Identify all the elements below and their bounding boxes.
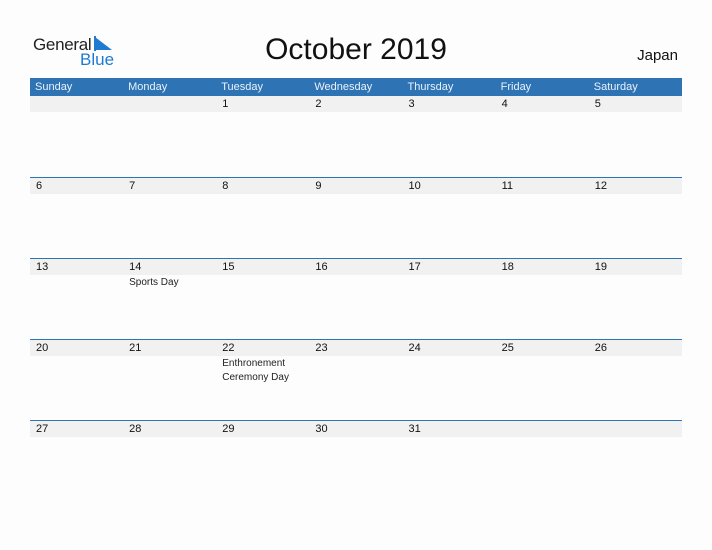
weekday-header: Sunday Monday Tuesday Wednesday Thursday…: [30, 78, 682, 96]
date-number-row: 20 21 22 23 24 25 26: [30, 340, 682, 356]
day-number: 12: [594, 180, 607, 192]
day-number: 24: [408, 342, 421, 354]
day-number: 5: [594, 98, 601, 110]
holiday-label: [216, 112, 309, 113]
day-number: 23: [315, 342, 328, 354]
day-number: 9: [315, 180, 322, 192]
day-number: 20: [36, 342, 49, 354]
calendar-grid: Sunday Monday Tuesday Wednesday Thursday…: [30, 78, 682, 501]
day-number: 14: [129, 261, 142, 273]
day-number: 21: [129, 342, 142, 354]
weekday-sunday: Sunday: [35, 81, 73, 93]
day-number: 18: [501, 261, 514, 273]
calendar-title: October 2019: [265, 33, 447, 66]
day-number: 26: [594, 342, 607, 354]
event-row: Enthronement Ceremony Day: [30, 356, 682, 385]
weekday-tuesday: Tuesday: [221, 81, 264, 93]
day-number: 2: [315, 98, 322, 110]
week-row: 27 28 29 30 31: [30, 420, 682, 501]
day-number: 8: [222, 180, 229, 192]
day-number: 3: [408, 98, 415, 110]
holiday-label: [309, 275, 402, 290]
holiday-label: [496, 194, 589, 195]
holiday-label: [30, 112, 123, 113]
holiday-label: Enthronement Ceremony Day: [222, 358, 289, 383]
weekday-friday: Friday: [500, 81, 532, 93]
day-number: 29: [222, 423, 235, 435]
day-number: 22: [222, 342, 235, 354]
holiday-label: [403, 194, 496, 195]
day-number: [30, 96, 123, 112]
holiday-label: [309, 356, 402, 385]
holiday-label: [403, 112, 496, 113]
holiday-label: [123, 112, 216, 113]
holiday-label: [496, 275, 589, 290]
day-number: 30: [315, 423, 328, 435]
day-number: 17: [408, 261, 421, 273]
event-row: [30, 112, 682, 113]
day-number: 31: [408, 423, 421, 435]
day-number: 10: [408, 180, 421, 192]
country-label: Japan: [637, 47, 678, 64]
day-number: 7: [129, 180, 136, 192]
holiday-label: [589, 275, 682, 290]
holiday-label: [403, 437, 496, 438]
holiday-label: [216, 194, 309, 195]
week-row: 13 14 15 16 17 18 19 Sports Day: [30, 258, 682, 339]
day-number: 6: [36, 180, 43, 192]
day-number: 4: [501, 98, 508, 110]
day-number: 19: [594, 261, 607, 273]
holiday-label: [30, 437, 123, 438]
holiday-label: [30, 356, 123, 385]
holiday-label: [496, 112, 589, 113]
day-number: 27: [36, 423, 49, 435]
holiday-label: [30, 275, 123, 290]
holiday-label: [403, 275, 496, 290]
day-number: [589, 421, 682, 437]
holiday-label: [216, 275, 309, 290]
weekday-thursday: Thursday: [407, 81, 454, 93]
holiday-label: [309, 112, 402, 113]
holiday-label: [309, 437, 402, 438]
day-number: 11: [501, 180, 514, 192]
holiday-label: [589, 112, 682, 113]
day-number: 28: [129, 423, 142, 435]
day-number: 13: [36, 261, 49, 273]
date-number-row: 6 7 8 9 10 11 12: [30, 178, 682, 194]
holiday-label: [123, 437, 216, 438]
event-row: [30, 194, 682, 195]
weekday-wednesday: Wednesday: [314, 81, 373, 93]
day-number: [496, 421, 589, 437]
holiday-label: [403, 356, 496, 385]
holiday-label: [589, 356, 682, 385]
week-row: 6 7 8 9 10 11 12: [30, 177, 682, 258]
day-number: 15: [222, 261, 235, 273]
day-number: 16: [315, 261, 328, 273]
day-number: 25: [501, 342, 514, 354]
holiday-label: [496, 437, 589, 438]
date-number-row: 27 28 29 30 31: [30, 421, 682, 437]
holiday-label: Sports Day: [129, 277, 179, 288]
day-number: 1: [222, 98, 229, 110]
week-row: 20 21 22 23 24 25 26 Enthronement Ceremony Day: [30, 339, 682, 420]
event-row: Sports Day: [30, 275, 682, 290]
holiday-label: [589, 437, 682, 438]
holiday-label: [123, 194, 216, 195]
holiday-label: [123, 356, 216, 385]
holiday-label: [589, 194, 682, 195]
weekday-saturday: Saturday: [593, 81, 638, 93]
weekday-monday: Monday: [128, 81, 168, 93]
holiday-label: [496, 356, 589, 385]
holiday-label: [30, 194, 123, 195]
date-number-row: 1 2 3 4 5: [30, 96, 682, 112]
holiday-label: [309, 194, 402, 195]
holiday-label: [216, 437, 309, 438]
day-number: [123, 96, 216, 112]
week-row: 1 2 3 4 5: [30, 96, 682, 177]
date-number-row: 13 14 15 16 17 18 19: [30, 259, 682, 275]
event-row: [30, 437, 682, 438]
